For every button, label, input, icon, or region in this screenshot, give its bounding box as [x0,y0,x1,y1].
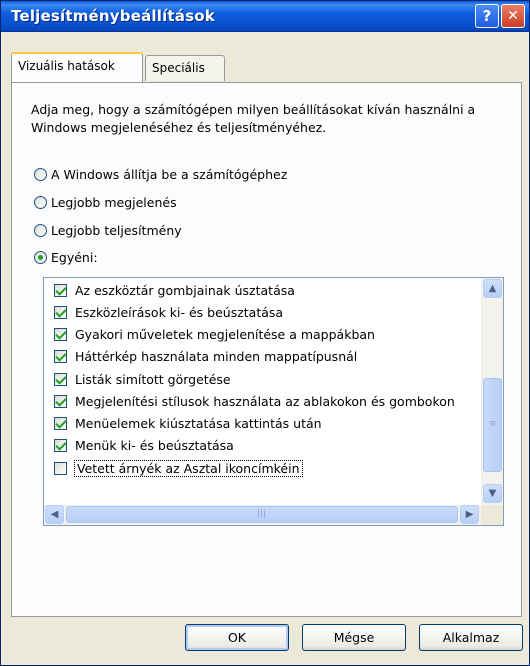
description-text: Adja meg, hogy a számítógépen milyen beá… [31,102,476,135]
apply-button[interactable]: Alkalmaz [419,624,523,651]
horizontal-scrollbar[interactable]: ◀ ||| ▶ [44,505,481,525]
item-label: Vetett árnyék az Asztal ikoncímkéin [74,459,303,477]
item-label: Megjelenítési stílusok használata az abl… [75,393,455,409]
item-label: Az eszköztár gombjainak úsztatása [75,282,295,298]
tab-advanced[interactable]: Speciális [145,55,225,81]
button-label: Mégse [333,630,375,645]
item-label: Gyakori műveletek megjelenítése a mappák… [75,326,375,342]
horizontal-scroll-thumb[interactable]: ||| [66,506,458,523]
list-item[interactable]: Az eszköztár gombjainak úsztatása [54,280,295,300]
scrollbar-corner [481,505,503,525]
close-button[interactable]: ✕ [501,4,525,28]
tab-label: Vizuális hatások [18,59,115,73]
scroll-down-arrow-icon[interactable]: ▼ [483,484,502,503]
item-label: Eszközleírások ki- és beúsztatása [75,304,284,320]
checkbox-icon[interactable] [54,394,67,408]
list-item[interactable]: Háttérkép használata minden mappatípusná… [54,346,357,366]
scroll-left-arrow-icon[interactable]: ◀ [45,505,64,524]
list-items: Az eszköztár gombjainak úsztatása Eszköz… [44,278,481,505]
title-bar[interactable]: Teljesítménybeállítások ? ✕ [1,1,529,32]
vertical-scroll-thumb[interactable]: ≡ [483,378,502,472]
visual-effects-list[interactable]: Az eszköztár gombjainak úsztatása Eszköz… [43,277,504,526]
performance-options-dialog: Teljesítménybeállítások ? ✕ Vizuális hat… [0,0,530,666]
radio-let-windows-choose[interactable]: A Windows állítja be a számítógéphez [34,164,287,184]
radio-button-icon [34,167,47,181]
item-label: Listák simított görgetése [75,371,231,387]
checkbox-icon[interactable] [54,283,67,297]
scroll-right-arrow-icon[interactable]: ▶ [460,505,479,524]
close-icon: ✕ [507,8,519,24]
list-item[interactable]: Menüelemek kiúsztatása kattintás után [54,413,322,433]
checkbox-icon[interactable] [54,305,67,319]
list-item[interactable]: Listák simított görgetése [54,369,231,389]
help-icon: ? [482,7,492,25]
tab-visual-effects[interactable]: Vizuális hatások [11,52,143,82]
radio-button-icon [34,195,47,209]
help-button[interactable]: ? [475,4,499,28]
grip-icon: ≡ [489,419,497,429]
checkbox-icon[interactable] [54,327,67,341]
radio-label: Legjobb megjelenés [51,194,177,210]
button-label: OK [227,630,247,645]
scroll-up-arrow-icon[interactable]: ▲ [483,279,502,298]
window-title: Teljesítménybeállítások [11,7,215,25]
radio-button-icon [34,223,47,237]
radio-custom[interactable]: Egyéni: [34,247,98,267]
list-item[interactable]: Vetett árnyék az Asztal ikoncímkéin [54,458,303,478]
radio-label: Egyéni: [51,249,98,265]
checkbox-icon[interactable] [54,461,67,475]
radio-best-performance[interactable]: Legjobb teljesítmény [34,220,182,240]
radio-best-appearance[interactable]: Legjobb megjelenés [34,192,177,212]
checkbox-icon[interactable] [54,349,67,363]
grip-icon: ||| [257,509,267,519]
item-label: Menüelemek kiúsztatása kattintás után [75,415,322,431]
radio-button-checked-icon [34,250,47,264]
list-item[interactable]: Gyakori műveletek megjelenítése a mappák… [54,324,375,344]
checkbox-icon[interactable] [54,416,67,430]
radio-label: Legjobb teljesítmény [51,222,182,238]
list-item[interactable]: Eszközleírások ki- és beúsztatása [54,302,283,322]
cancel-button[interactable]: Mégse [302,624,406,651]
ok-button[interactable]: OK [185,624,289,651]
item-label: Háttérkép használata minden mappatípusná… [75,348,358,364]
list-item[interactable]: Menük ki- és beúsztatása [54,435,234,455]
list-item[interactable]: Megjelenítési stílusok használata az abl… [54,391,455,411]
checkbox-icon[interactable] [54,372,67,386]
button-label: Alkalmaz [442,630,500,645]
item-label: Menük ki- és beúsztatása [75,437,234,453]
checkbox-icon[interactable] [54,438,67,452]
tab-label: Speciális [152,61,205,75]
vertical-scrollbar[interactable]: ▲ ≡ ▼ [481,278,503,505]
radio-label: A Windows állítja be a számítógéphez [51,166,288,182]
